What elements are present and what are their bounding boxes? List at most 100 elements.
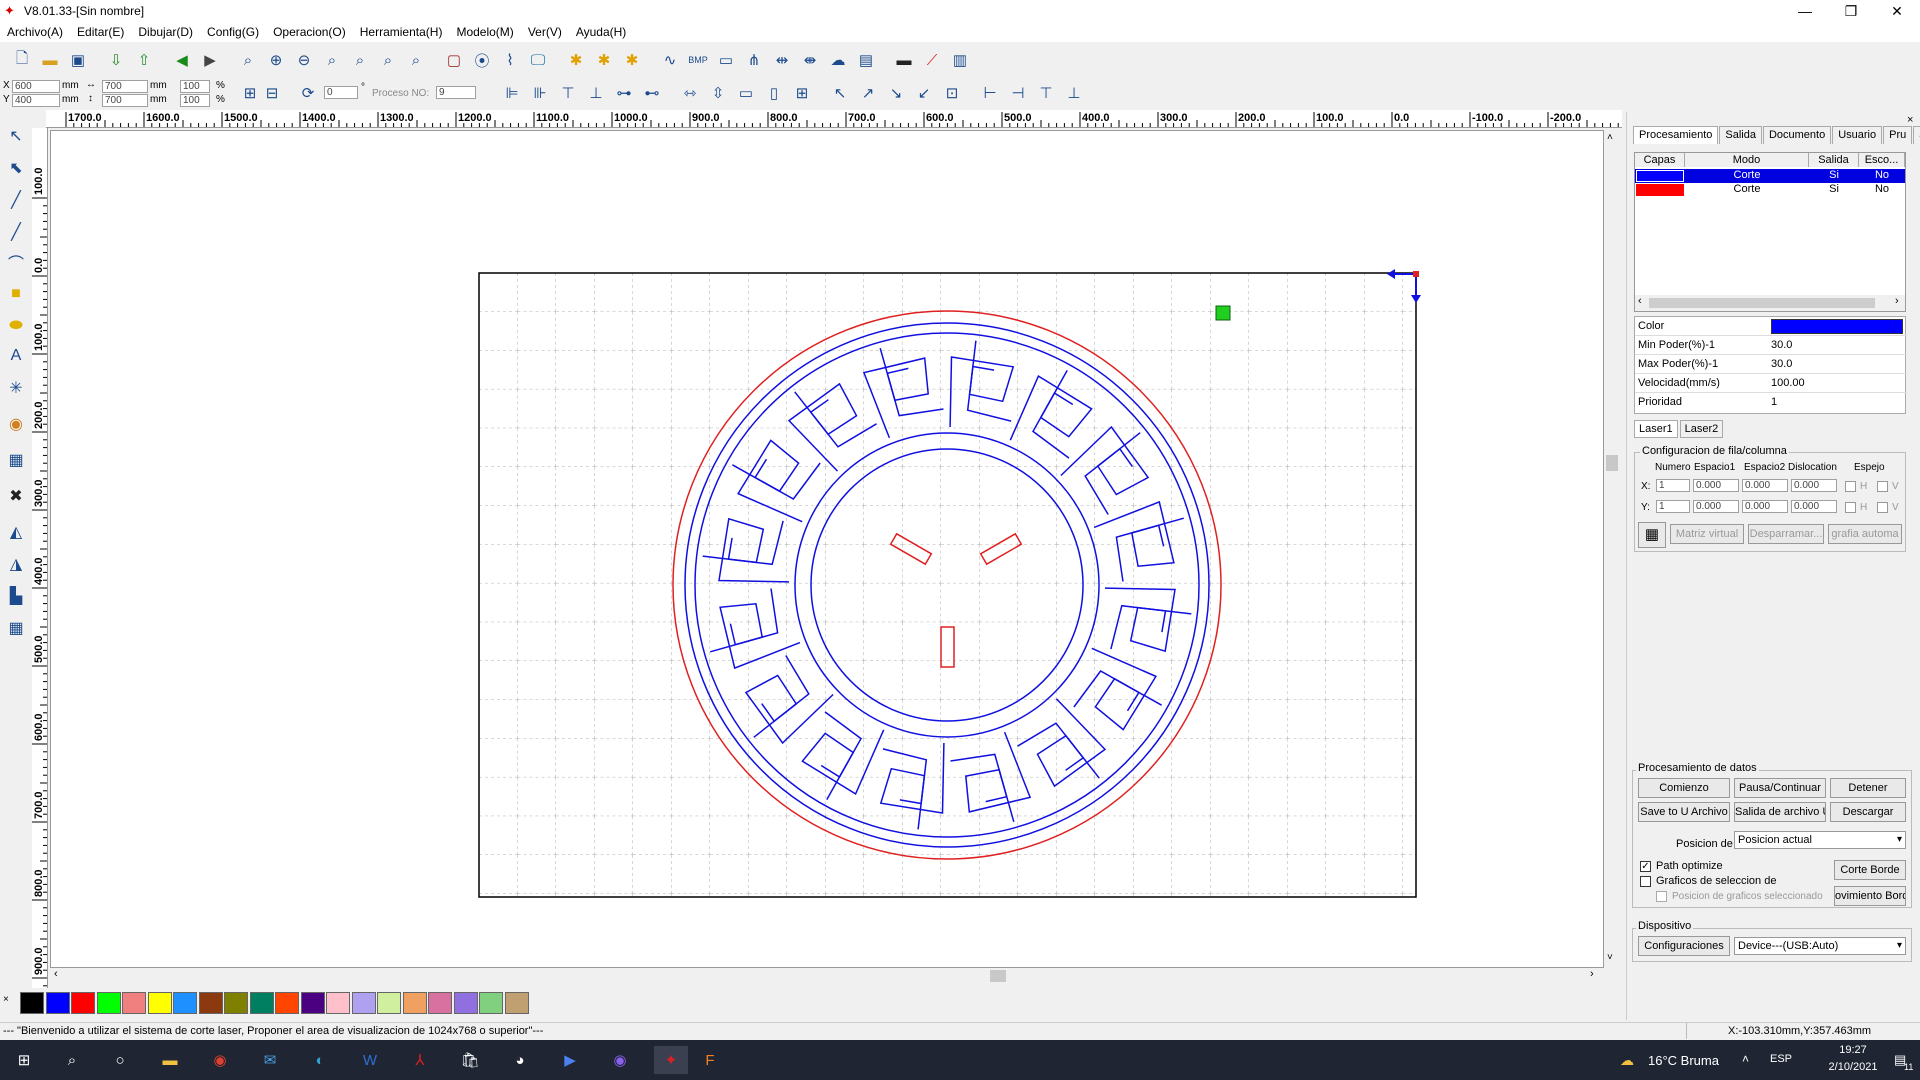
- align-vcenter-icon[interactable]: ⊷: [638, 79, 666, 107]
- distribute-icon[interactable]: ⇹: [768, 46, 796, 74]
- color-swatch[interactable]: [377, 992, 401, 1014]
- layer-scroll-thumb[interactable]: [1649, 298, 1875, 308]
- corner-bl-icon[interactable]: ↙: [910, 79, 938, 107]
- align-hcenter-icon[interactable]: ⊶: [610, 79, 638, 107]
- mirror-h-icon[interactable]: ◭: [2, 518, 30, 546]
- stop-button[interactable]: Detener: [1830, 778, 1906, 798]
- scroll-left-icon[interactable]: ‹: [54, 968, 58, 980]
- same-width-icon[interactable]: ⇿: [676, 79, 704, 107]
- tab-documento[interactable]: Documento: [1762, 126, 1832, 144]
- vertical-scrollbar[interactable]: ˄ ˅: [1604, 130, 1620, 968]
- menu-archivo[interactable]: Archivo(A): [0, 25, 70, 39]
- same-height-icon[interactable]: ⇳: [704, 79, 732, 107]
- tree-icon[interactable]: ⋔: [740, 46, 768, 74]
- color-swatch[interactable]: [147, 992, 172, 1014]
- monitor-icon[interactable]: 🖵: [524, 46, 552, 74]
- output-u-file-button[interactable]: Salida de archivo U: [1734, 802, 1826, 822]
- scroll-right-icon[interactable]: ›: [1895, 295, 1899, 307]
- menu-ayuda[interactable]: Ayuda(H): [569, 25, 633, 39]
- settings-button[interactable]: Configuraciones: [1638, 936, 1730, 956]
- color-swatch[interactable]: [275, 992, 299, 1014]
- scroll-left-icon[interactable]: ‹: [1638, 295, 1642, 307]
- color-swatch[interactable]: [224, 992, 248, 1014]
- move-border-button[interactable]: ovimiento Bord: [1834, 886, 1906, 906]
- menu-ver[interactable]: Ver(V): [521, 25, 569, 39]
- maximize-icon[interactable]: ❐: [1828, 0, 1874, 22]
- align-right-icon[interactable]: ⊪: [526, 79, 554, 107]
- tray-chevron-icon[interactable]: ˄: [1742, 1052, 1749, 1066]
- steam-icon[interactable]: ◕: [506, 1046, 534, 1074]
- export-icon[interactable]: ⇧: [130, 46, 158, 74]
- position-select[interactable]: Posicion actual: [1734, 831, 1906, 849]
- color-swatch[interactable]: [479, 992, 503, 1014]
- scale-x-input[interactable]: 100: [180, 80, 210, 93]
- array-x-dislocation[interactable]: 0.000: [1791, 479, 1837, 492]
- array-y-space1[interactable]: 0.000: [1693, 500, 1739, 513]
- corner-br-icon[interactable]: ↘: [882, 79, 910, 107]
- align-left-icon[interactable]: ⊫: [498, 79, 526, 107]
- tab-scroll-icon[interactable]: ◂▸: [1913, 126, 1920, 144]
- delete-icon[interactable]: ✖: [2, 482, 30, 510]
- panel-close-icon[interactable]: ×: [1907, 114, 1913, 126]
- align-center-icon[interactable]: ⇼: [796, 46, 824, 74]
- color-swatch[interactable]: [402, 992, 427, 1014]
- scale-y-input[interactable]: 100: [180, 94, 210, 107]
- right-edge-icon[interactable]: ⊣: [1004, 79, 1032, 107]
- array-y-mirror-h[interactable]: [1845, 502, 1856, 513]
- new-file-icon[interactable]: 🗋: [8, 46, 36, 74]
- weather-text[interactable]: 16°C Bruma: [1648, 1053, 1719, 1068]
- zoom-fit-icon[interactable]: ⌕: [318, 46, 346, 74]
- import-icon[interactable]: ⇩: [102, 46, 130, 74]
- language-indicator[interactable]: ESP: [1770, 1053, 1792, 1065]
- array-x-space2[interactable]: 0.000: [1742, 479, 1788, 492]
- bottom-edge-icon[interactable]: ⊥: [1060, 79, 1088, 107]
- pos-x-input[interactable]: 600: [12, 80, 60, 93]
- color-swatch[interactable]: [96, 992, 121, 1014]
- bmp-icon[interactable]: BMP: [684, 46, 712, 74]
- auto-layout-button[interactable]: grafia automa: [1828, 524, 1902, 544]
- center-icon[interactable]: ⊞: [788, 79, 816, 107]
- array-x-mirror-v[interactable]: [1877, 481, 1888, 492]
- color-swatch[interactable]: [504, 992, 529, 1014]
- smooth-curve-icon[interactable]: ∿: [656, 46, 684, 74]
- cloud-icon[interactable]: ☁: [824, 46, 852, 74]
- select-arrow-icon[interactable]: ↖: [2, 122, 30, 150]
- rotate-input[interactable]: 0: [324, 86, 358, 99]
- edge-icon[interactable]: ◐: [306, 1046, 334, 1074]
- line-icon[interactable]: ╱: [2, 186, 30, 214]
- mail-icon[interactable]: ✉: [256, 1046, 284, 1074]
- path-optimize-checkbox[interactable]: ✓: [1640, 861, 1651, 872]
- text-icon[interactable]: A: [2, 342, 30, 370]
- zoom-app-icon[interactable]: ▶: [556, 1046, 584, 1074]
- color-swatch[interactable]: [326, 992, 350, 1014]
- polyline-icon[interactable]: ╱: [2, 218, 30, 246]
- laser-icon[interactable]: ⟋: [918, 46, 946, 74]
- layer-row[interactable]: Corte Si No: [1635, 183, 1905, 197]
- scroll-thumb[interactable]: [1606, 455, 1618, 471]
- point-icon[interactable]: ✳: [2, 374, 30, 402]
- node-arrow-icon[interactable]: ⬉: [2, 154, 30, 182]
- rotate-icon[interactable]: ⟳: [294, 79, 322, 107]
- corner-tl-icon[interactable]: ↖: [826, 79, 854, 107]
- ungroup-icon[interactable]: ✱: [590, 46, 618, 74]
- close-icon[interactable]: ✕: [1874, 0, 1920, 22]
- array-y-space2[interactable]: 0.000: [1742, 500, 1788, 513]
- layer-row[interactable]: Corte Si No: [1635, 169, 1905, 183]
- horizontal-scrollbar[interactable]: ‹ ›: [50, 968, 1604, 984]
- virtual-array-button[interactable]: Matriz virtual: [1670, 524, 1744, 544]
- zoom-icon[interactable]: ⌕: [234, 46, 262, 74]
- undo-icon[interactable]: ◀: [168, 46, 196, 74]
- corner-tr-icon[interactable]: ↗: [854, 79, 882, 107]
- prop-min-power-value[interactable]: 30.0: [1771, 339, 1792, 351]
- select-frame-icon[interactable]: ▢: [440, 46, 468, 74]
- tab-laser2[interactable]: Laser2: [1679, 420, 1724, 438]
- menu-editar[interactable]: Editar(E): [70, 25, 131, 39]
- same-size-icon[interactable]: ▭: [732, 79, 760, 107]
- tab-procesamiento[interactable]: Procesamiento: [1633, 126, 1719, 144]
- color-swatch[interactable]: [20, 992, 44, 1014]
- ellipse-icon[interactable]: ⬬: [2, 312, 30, 340]
- device-select[interactable]: Device---(USB:Auto): [1734, 937, 1906, 955]
- discord-icon[interactable]: ◉: [606, 1046, 634, 1074]
- group-icon[interactable]: ✱: [562, 46, 590, 74]
- scatter-button[interactable]: Desparramar...: [1748, 524, 1824, 544]
